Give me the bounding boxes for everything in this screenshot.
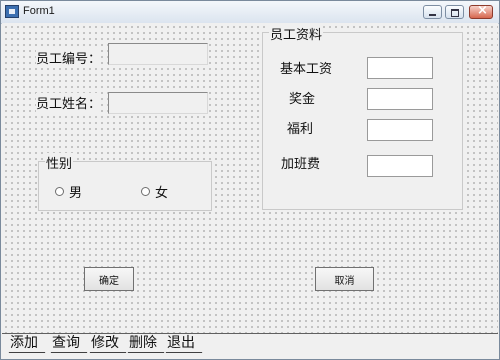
ok-button[interactable]: 确定 <box>84 267 134 291</box>
overtime-pay-label: 加班费 <box>281 153 321 172</box>
employee-id-input[interactable] <box>108 43 208 65</box>
employee-name-label: 员工姓名： <box>36 93 102 112</box>
bottom-tab-strip: 添加 查询 修改 删除 退出 <box>2 333 498 359</box>
gender-radio-female[interactable]: 女 <box>141 182 169 201</box>
bonus-input[interactable] <box>367 88 433 110</box>
gender-female-label: 女 <box>155 186 169 201</box>
bonus-label: 奖金 <box>289 88 316 107</box>
tab-strip-border <box>2 333 498 334</box>
gender-radio-male[interactable]: 男 <box>55 182 83 201</box>
tab-exit[interactable]: 退出 <box>161 334 207 353</box>
radio-circle-icon <box>141 187 150 196</box>
maximize-icon[interactable] <box>445 5 464 19</box>
radio-circle-icon <box>55 187 64 196</box>
window-title: Form1 <box>23 5 55 17</box>
employee-id-label: 员工编号： <box>36 48 102 67</box>
welfare-input[interactable] <box>367 119 433 141</box>
minimize-icon[interactable] <box>423 5 442 19</box>
overtime-pay-input[interactable] <box>367 155 433 177</box>
form-app-icon <box>5 5 19 18</box>
gender-group-caption: 性别 <box>45 153 74 172</box>
gender-male-label: 男 <box>69 186 83 201</box>
base-salary-input[interactable] <box>367 57 433 79</box>
close-icon[interactable] <box>469 3 493 19</box>
tab-add[interactable]: 添加 <box>4 334 50 353</box>
employee-details-group: 员工资料 基本工资 奖金 福利 加班费 <box>262 24 463 210</box>
tab-query[interactable]: 查询 <box>46 334 92 353</box>
gender-group: 性别 男 女 <box>38 153 212 211</box>
employee-name-input[interactable] <box>108 92 208 114</box>
title-bar[interactable]: Form1 <box>1 1 499 24</box>
base-salary-label: 基本工资 <box>280 58 333 77</box>
form-design-surface: 员工编号： 员工姓名： 性别 男 女 员工资料 基本工资 奖金 福利 加班费 确… <box>2 23 498 333</box>
welfare-label: 福利 <box>287 118 314 137</box>
form-window: Form1 员工编号： 员工姓名： 性别 男 女 员工资料 基本工资 <box>0 0 500 360</box>
employee-details-caption: 员工资料 <box>269 24 324 43</box>
cancel-button[interactable]: 取消 <box>315 267 374 291</box>
